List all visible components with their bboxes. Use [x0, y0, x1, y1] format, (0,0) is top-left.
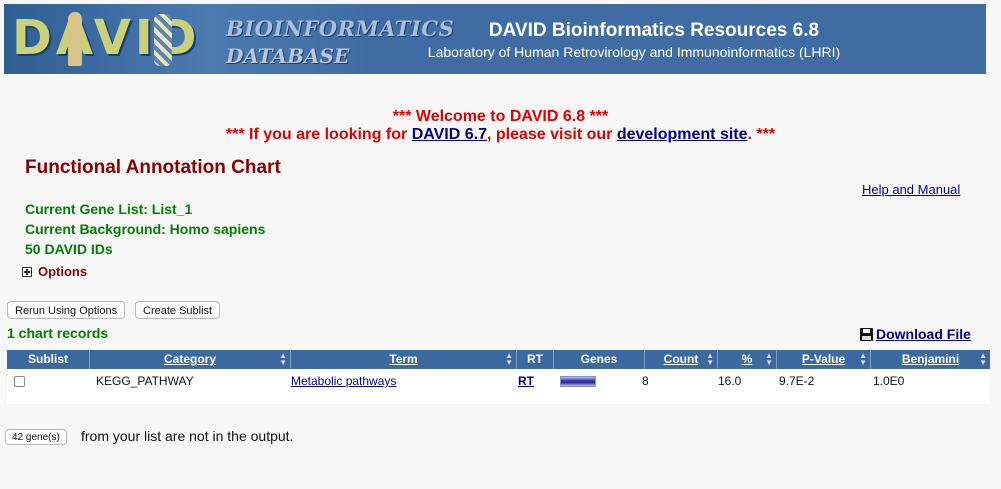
floppy-disk-icon — [860, 327, 873, 341]
page-title: Functional Annotation Chart — [25, 157, 281, 178]
header-benjamini[interactable]: Benjamini ▲ ▼ — [871, 350, 990, 369]
david-id-count: 50 DAVID IDs — [25, 241, 113, 257]
dna-helix-icon — [154, 14, 172, 66]
header-benjamini-label: Benjamini — [901, 352, 960, 366]
david-67-link[interactable]: DAVID 6.7 — [412, 126, 487, 143]
options-label: Options — [38, 264, 88, 279]
table-row: KEGG_PATHWAY Metabolic pathways RT 8 16.… — [7, 369, 990, 404]
header-rt: RT — [527, 352, 543, 366]
cell-percent: 16.0 — [718, 374, 742, 388]
cell-pvalue: 9.7E-2 — [779, 374, 815, 388]
sort-arrows-icon: ▲ ▼ — [505, 351, 513, 367]
current-gene-list: Current Gene List: List_1 — [25, 201, 193, 217]
download-file-link[interactable]: Download File — [860, 326, 971, 342]
genes-bar-icon[interactable] — [560, 376, 596, 387]
human-figure-icon — [68, 12, 82, 66]
row-select-checkbox[interactable] — [14, 376, 25, 387]
missing-genes-button[interactable]: 42 gene(s) — [5, 429, 67, 445]
download-file-label: Download File — [876, 326, 971, 342]
development-site-link[interactable]: development site — [617, 126, 748, 143]
header-term[interactable]: Term ▲ ▼ — [291, 350, 516, 369]
logo-subtitle-database: DATABASE — [226, 44, 350, 68]
table-header-row: Sublist Category ▲ ▼ Term ▲ ▼ RT Genes Cou… — [7, 350, 990, 369]
annotation-chart-table: Sublist Category ▲ ▼ Term ▲ ▼ RT Genes Cou… — [7, 350, 990, 404]
header-pvalue[interactable]: P-Value ▲ ▼ — [777, 350, 870, 369]
header-term-label: Term — [389, 352, 418, 366]
chart-records-count: 1 chart records — [7, 325, 109, 341]
cell-count: 8 — [642, 374, 649, 388]
options-toggle[interactable]: Options — [22, 264, 87, 279]
rerun-using-options-button[interactable]: Rerun Using Options — [7, 301, 126, 319]
cell-category: KEGG_PATHWAY — [96, 374, 194, 388]
sort-arrows-icon: ▲ ▼ — [859, 351, 867, 367]
version-notice: *** If you are looking for DAVID 6.7, pl… — [0, 126, 1001, 144]
sort-arrows-icon: ▲ ▼ — [765, 351, 773, 367]
version-notice-text-3: . *** — [747, 126, 776, 143]
header-pvalue-label: P-Value — [801, 352, 846, 366]
cell-term-link[interactable]: Metabolic pathways — [291, 374, 396, 388]
sort-arrows-icon: ▲ ▼ — [706, 351, 714, 367]
cell-benjamini: 1.0E0 — [873, 374, 905, 388]
header-percent-label: % — [741, 352, 753, 366]
logo-subtitle-bioinformatics: BIOINFORMATICS — [226, 16, 455, 41]
header-count[interactable]: Count ▲ ▼ — [645, 350, 717, 369]
help-and-manual-link[interactable]: Help and Manual — [862, 182, 960, 197]
missing-genes-text: from your list are not in the output. — [81, 428, 294, 444]
header-genes: Genes — [580, 352, 618, 366]
site-title: DAVID Bioinformatics Resources 6.8 — [488, 20, 820, 41]
expand-plus-icon — [22, 266, 32, 277]
site-subtitle: Laboratory of Human Retrovirology and Im… — [427, 44, 841, 60]
cell-rt-link[interactable]: RT — [518, 374, 534, 388]
version-notice-text-1: *** If you are looking for — [225, 126, 412, 143]
header-category-label: Category — [163, 352, 216, 366]
create-sublist-button[interactable]: Create Sublist — [135, 301, 221, 319]
site-header: DAVID BIOINFORMATICS DATABASE DAVID Bioi… — [4, 4, 986, 74]
version-notice-text-2: , please visit our — [486, 126, 617, 143]
sort-arrows-icon: ▲ ▼ — [979, 351, 987, 367]
header-category[interactable]: Category ▲ ▼ — [90, 350, 290, 369]
header-sublist: Sublist — [27, 352, 68, 366]
david-logo[interactable]: DAVID BIOINFORMATICS DATABASE — [4, 4, 454, 74]
welcome-message: *** Welcome to DAVID 6.8 *** — [392, 108, 609, 125]
header-count-label: Count — [663, 352, 699, 366]
logo-letters: DAVID — [12, 10, 201, 66]
sort-arrows-icon: ▲ ▼ — [279, 351, 287, 367]
header-percent[interactable]: % ▲ ▼ — [718, 350, 776, 369]
current-background: Current Background: Homo sapiens — [25, 221, 266, 237]
